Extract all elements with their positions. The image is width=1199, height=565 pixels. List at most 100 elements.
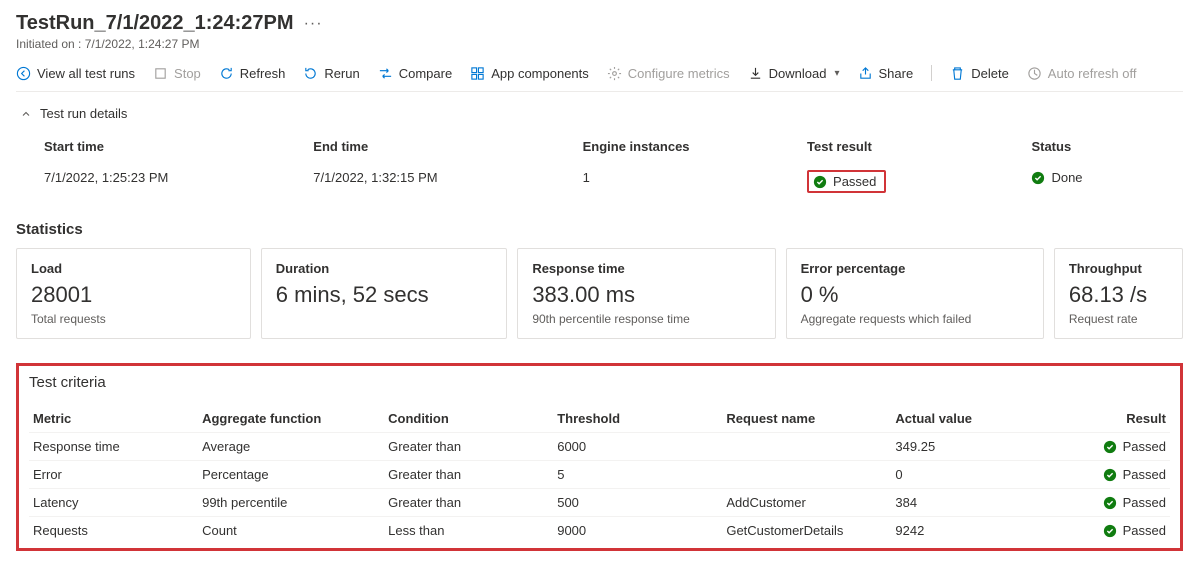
cell-engine-instances: 1 (583, 170, 807, 193)
col-result: Result (1065, 411, 1166, 426)
col-threshold: Threshold (557, 411, 726, 426)
cell-request-name: AddCustomer (726, 495, 895, 510)
page-title: TestRun_7/1/2022_1:24:27PM (16, 12, 294, 35)
stat-desc: Total requests (31, 312, 236, 326)
check-circle-icon (1103, 468, 1117, 482)
test-criteria-title: Test criteria (29, 374, 1170, 391)
criteria-row: Latency 99th percentile Greater than 500… (29, 489, 1170, 517)
chevron-up-icon (20, 108, 32, 120)
stat-value: 6 mins, 52 secs (276, 282, 493, 308)
refresh-button[interactable]: Refresh (219, 66, 286, 81)
app-components-label: App components (491, 66, 589, 81)
cell-threshold: 500 (557, 495, 726, 510)
statistics-title: Statistics (16, 221, 1183, 238)
stat-label: Response time (532, 261, 760, 276)
statistics-cards: Load 28001 Total requests Duration 6 min… (16, 248, 1183, 339)
stat-label: Error percentage (801, 261, 1029, 276)
result-badge: Passed (1103, 439, 1166, 454)
col-test-result: Test result (807, 139, 1031, 154)
stat-value: 0 % (801, 282, 1029, 308)
stop-icon (153, 66, 168, 81)
stat-label: Load (31, 261, 236, 276)
delete-icon (950, 66, 965, 81)
test-result-value: Passed (833, 174, 876, 189)
cell-condition: Greater than (388, 495, 557, 510)
rerun-icon (303, 66, 318, 81)
stat-label: Throughput (1069, 261, 1168, 276)
criteria-row: Response time Average Greater than 6000 … (29, 433, 1170, 461)
view-all-label: View all test runs (37, 66, 135, 81)
check-circle-icon (1103, 496, 1117, 510)
cell-aggregate: 99th percentile (202, 495, 388, 510)
stop-label: Stop (174, 66, 201, 81)
stat-value: 68.13 /s (1069, 282, 1168, 308)
check-circle-icon (1103, 440, 1117, 454)
view-all-test-runs-button[interactable]: View all test runs (16, 66, 135, 81)
delete-button[interactable]: Delete (950, 66, 1009, 81)
cell-aggregate: Percentage (202, 467, 388, 482)
share-label: Share (879, 66, 914, 81)
cell-metric: Error (33, 467, 202, 482)
cell-start-time: 7/1/2022, 1:25:23 PM (44, 170, 313, 193)
download-button[interactable]: Download ▾ (748, 66, 840, 81)
criteria-row: Requests Count Less than 9000 GetCustome… (29, 517, 1170, 544)
rerun-button[interactable]: Rerun (303, 66, 359, 81)
cell-actual-value: 384 (895, 495, 1064, 510)
stat-desc: Aggregate requests which failed (801, 312, 1029, 326)
col-engine-instances: Engine instances (583, 139, 807, 154)
col-request-name: Request name (726, 411, 895, 426)
stat-value: 28001 (31, 282, 236, 308)
test-run-details-label: Test run details (40, 106, 127, 121)
configure-metrics-button: Configure metrics (607, 66, 730, 81)
auto-refresh-label: Auto refresh off (1048, 66, 1137, 81)
compare-button[interactable]: Compare (378, 66, 452, 81)
clock-icon (1027, 66, 1042, 81)
stat-card-error-percentage: Error percentage 0 % Aggregate requests … (786, 248, 1044, 339)
test-run-details-toggle[interactable]: Test run details (20, 106, 1183, 121)
col-condition: Condition (388, 411, 557, 426)
configure-metrics-label: Configure metrics (628, 66, 730, 81)
initiated-on-label: Initiated on : 7/1/2022, 1:24:27 PM (16, 37, 1183, 51)
auto-refresh-button: Auto refresh off (1027, 66, 1137, 81)
back-arrow-icon (16, 66, 31, 81)
stat-card-throughput: Throughput 68.13 /s Request rate (1054, 248, 1183, 339)
stop-button: Stop (153, 66, 201, 81)
stat-desc: Request rate (1069, 312, 1168, 326)
result-value: Passed (1123, 439, 1166, 454)
more-actions-button[interactable]: ··· (304, 15, 323, 33)
cell-condition: Greater than (388, 467, 557, 482)
refresh-label: Refresh (240, 66, 286, 81)
status-badge: Done (1031, 170, 1082, 185)
cell-threshold: 9000 (557, 523, 726, 538)
result-badge: Passed (1103, 495, 1166, 510)
command-bar: View all test runs Stop Refresh Rerun Co… (16, 65, 1183, 92)
criteria-row: Error Percentage Greater than 5 0 Passed (29, 461, 1170, 489)
test-criteria-section: Test criteria Metric Aggregate function … (16, 363, 1183, 551)
cell-threshold: 6000 (557, 439, 726, 454)
cell-actual-value: 0 (895, 467, 1064, 482)
cell-metric: Requests (33, 523, 202, 538)
check-circle-icon (813, 175, 827, 189)
app-components-button[interactable]: App components (470, 66, 589, 81)
rerun-label: Rerun (324, 66, 359, 81)
stat-desc: 90th percentile response time (532, 312, 760, 326)
result-value: Passed (1123, 523, 1166, 538)
delete-label: Delete (971, 66, 1009, 81)
cell-metric: Latency (33, 495, 202, 510)
result-badge: Passed (1103, 523, 1166, 538)
status-value: Done (1051, 170, 1082, 185)
cell-metric: Response time (33, 439, 202, 454)
stat-card-load: Load 28001 Total requests (16, 248, 251, 339)
check-circle-icon (1031, 171, 1045, 185)
col-metric: Metric (33, 411, 202, 426)
cell-end-time: 7/1/2022, 1:32:15 PM (313, 170, 582, 193)
col-end-time: End time (313, 139, 582, 154)
share-button[interactable]: Share (858, 66, 914, 81)
col-status: Status (1031, 139, 1199, 154)
stat-card-response-time: Response time 383.00 ms 90th percentile … (517, 248, 775, 339)
cell-actual-value: 349.25 (895, 439, 1064, 454)
compare-icon (378, 66, 393, 81)
col-aggregate: Aggregate function (202, 411, 388, 426)
test-result-badge: Passed (807, 170, 886, 193)
refresh-icon (219, 66, 234, 81)
